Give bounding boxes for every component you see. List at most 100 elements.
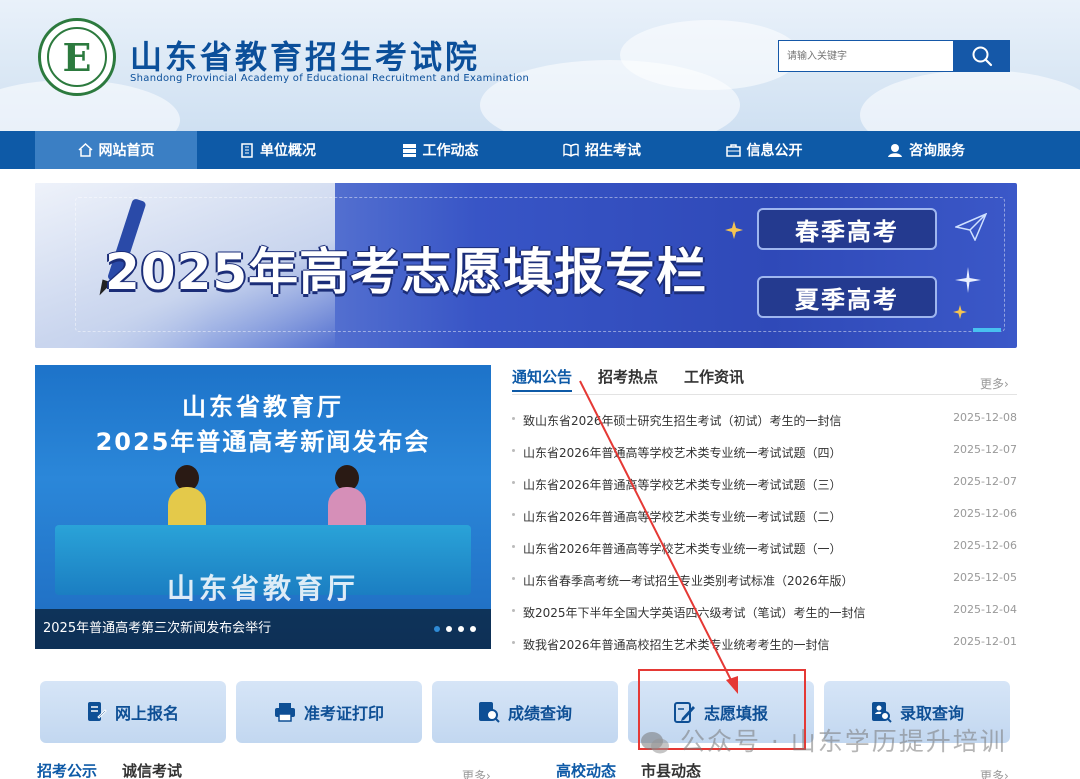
news-item[interactable]: 致我省2026年普通高校招生艺术类专业统考考生的一封信 2025-12-01 (512, 632, 1017, 654)
nav-item-label: 咨询服务 (909, 143, 965, 159)
news-date: 2025-12-07 (953, 475, 1017, 488)
star-icon (953, 305, 967, 319)
nav-item-label: 单位概况 (260, 143, 316, 159)
news-title[interactable]: 山东省2026年普通高等学校艺术类专业统一考试试题（二） (523, 508, 842, 525)
carousel-dot[interactable] (446, 626, 452, 632)
news-title[interactable]: 致山东省2026年硕士研究生招生考试（初试）考生的一封信 (523, 412, 842, 429)
nav-item-label: 工作动态 (422, 143, 479, 159)
spring-gaokao-button[interactable]: 春季高考 (757, 208, 937, 250)
wechat-icon (641, 732, 669, 754)
bullet-icon (512, 417, 515, 420)
tab-work-info[interactable]: 工作资讯 (684, 366, 744, 387)
news-title[interactable]: 致2025年下半年全国大学英语四六级考试（笔试）考生的一封信 (523, 604, 866, 621)
book-icon (563, 143, 579, 157)
nav-item-home[interactable]: 网站首页 (35, 131, 197, 169)
feature-photo[interactable]: 山东省教育厅 2025年普通高考新闻发布会 山东省教育厅 2025年普通高考第三… (35, 365, 491, 649)
news-title[interactable]: 山东省2026年普通高等学校艺术类专业统一考试试题（一） (523, 540, 842, 557)
paper-plane-icon (955, 213, 987, 241)
more-label: 更多 (980, 377, 1005, 391)
score-query-button[interactable]: 成绩查询 (432, 681, 618, 743)
admission-search-icon (871, 702, 892, 723)
carousel-dot[interactable] (470, 626, 476, 632)
news-item[interactable]: 山东省2026年普通高等学校艺术类专业统一考试试题（三） 2025-12-07 (512, 472, 1017, 494)
tab-hot-topics[interactable]: 招考热点 (598, 366, 658, 387)
news-title[interactable]: 山东省春季高考统一考试招生专业类别考试标准（2026年版） (523, 572, 854, 589)
star-icon (725, 221, 743, 239)
news-date: 2025-12-01 (953, 635, 1017, 648)
more-label: 更多 (980, 769, 1005, 779)
left-more-link[interactable]: 更多› (462, 767, 491, 779)
summer-gaokao-button[interactable]: 夏季高考 (757, 276, 937, 318)
more-label: 更多 (462, 769, 487, 779)
quick-link-label: 准考证打印 (303, 704, 384, 723)
home-icon (77, 143, 93, 157)
bullet-icon (512, 481, 515, 484)
bullet-icon (512, 641, 515, 644)
news-title[interactable]: 致我省2026年普通高校招生艺术类专业统考考生的一封信 (523, 636, 830, 653)
nav-item-exams[interactable]: 招生考试 (521, 131, 683, 169)
bullet-icon (512, 609, 515, 612)
bullet-icon (512, 545, 515, 548)
tab-university-news[interactable]: 高校动态 (556, 760, 616, 779)
score-search-icon (478, 702, 500, 723)
news-item[interactable]: 致2025年下半年全国大学英语四六级考试（笔试）考生的一封信 2025-12-04 (512, 600, 1017, 622)
search-button[interactable] (954, 40, 1010, 72)
chevron-right-icon: › (486, 769, 491, 779)
online-register-button[interactable]: 网上报名 (40, 681, 226, 743)
nav-item-label: 网站首页 (98, 143, 155, 159)
carousel-dot[interactable] (434, 626, 440, 632)
site-logo[interactable]: E (38, 18, 116, 96)
news-date: 2025-12-06 (953, 539, 1017, 552)
bullet-icon (512, 577, 515, 580)
news-title[interactable]: 山东省2026年普通高等学校艺术类专业统一考试试题（四） (523, 444, 842, 461)
carousel-dots (434, 626, 476, 632)
news-item[interactable]: 致山东省2026年硕士研究生招生考试（初试）考生的一封信 2025-12-08 (512, 408, 1017, 430)
site-title[interactable]: 山东省教育招生考试院 (130, 32, 480, 78)
news-more-link[interactable]: 更多› (980, 375, 1009, 392)
building-icon (241, 142, 253, 158)
nav-item-label: 招生考试 (585, 143, 641, 159)
admission-ticket-print-button[interactable]: 准考证打印 (236, 681, 422, 743)
user-service-icon (888, 143, 902, 157)
search-input[interactable] (778, 40, 954, 72)
site-subtitle: Shandong Provincial Academy of Education… (130, 73, 530, 84)
quick-link-label: 成绩查询 (507, 704, 572, 723)
main-nav: 网站首页 单位概况 工作动态 招生考试 信息公开 咨询服务 (0, 131, 1080, 169)
sparkle-icon (955, 267, 981, 293)
carousel-dot[interactable] (458, 626, 464, 632)
printer-icon (274, 703, 295, 722)
news-item[interactable]: 山东省2026年普通高等学校艺术类专业统一考试试题（四） 2025-12-07 (512, 440, 1017, 462)
nav-item-service[interactable]: 咨询服务 (845, 131, 1007, 169)
header-cloud-decor (620, 20, 800, 90)
bullet-icon (512, 513, 515, 516)
tab-integrity-exam[interactable]: 诚信考试 (122, 760, 182, 779)
photo-caption[interactable]: 2025年普通高考第三次新闻发布会举行 (35, 609, 491, 649)
photo-heading-line2: 2025年普通高考新闻发布会 (95, 428, 431, 456)
quick-link-label: 网上报名 (114, 704, 179, 723)
news-item[interactable]: 山东省2026年普通高等学校艺术类专业统一考试试题（二） 2025-12-06 (512, 504, 1017, 526)
quick-link-label: 录取查询 (899, 704, 964, 723)
news-date: 2025-12-07 (953, 443, 1017, 456)
tab-exam-public-notice[interactable]: 招考公示 (37, 760, 97, 779)
logo-letter: E (62, 34, 92, 80)
nav-item-work-news[interactable]: 工作动态 (359, 131, 521, 169)
watermark-text: 公众号 · 山东学历提升培训 (679, 727, 1007, 756)
photo-backdrop-text: 山东省教育厅 (166, 572, 359, 605)
news-divider (512, 394, 1017, 395)
search-icon (972, 46, 993, 67)
tab-notices[interactable]: 通知公告 (512, 366, 573, 392)
header-cloud-decor (860, 70, 1080, 131)
news-date: 2025-12-05 (953, 571, 1017, 584)
register-icon (87, 702, 107, 721)
nav-item-disclosure[interactable]: 信息公开 (683, 131, 845, 169)
nav-item-about[interactable]: 单位概况 (197, 131, 359, 169)
banner-accent-bar (973, 328, 1001, 332)
news-item[interactable]: 山东省春季高考统一考试招生专业类别考试标准（2026年版） 2025-12-05 (512, 568, 1017, 590)
news-date: 2025-12-04 (953, 603, 1017, 616)
server-icon (402, 143, 416, 157)
news-item[interactable]: 山东省2026年普通高等学校艺术类专业统一考试试题（一） 2025-12-06 (512, 536, 1017, 558)
news-title[interactable]: 山东省2026年普通高等学校艺术类专业统一考试试题（三） (523, 476, 842, 493)
photo-heading-line1: 山东省教育厅 (182, 393, 344, 421)
right-more-link[interactable]: 更多› (980, 767, 1009, 779)
tab-city-county-news[interactable]: 市县动态 (641, 760, 701, 779)
